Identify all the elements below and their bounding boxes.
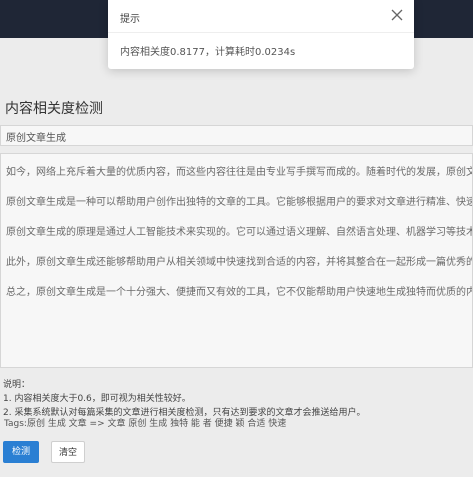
dialog-header: 提示: [108, 0, 414, 33]
result-dialog: 提示 内容相关度0.8177，计算耗时0.0234s: [108, 0, 414, 69]
content-paragraph: 总之，原创文章生成是一个十分强大、便捷而又有效的工具，它不仅能帮助用户快速地生成…: [6, 287, 472, 298]
tags-line: Tags:原创 生成 文章 => 文章 原创 生成 独特 能 者 便捷 颖 合适…: [4, 419, 287, 429]
instruction-line: 1. 内容相关度大于0.6，即可视为相关性较好。: [3, 394, 191, 404]
article-content-textarea[interactable]: 如今，网络上充斥着大量的优质内容，而这些内容往往是由专业写手撰写而成的。随着时代…: [0, 153, 473, 368]
page-title: 内容相关度检测: [5, 101, 103, 117]
instructions-title: 说明：: [3, 380, 31, 390]
content-paragraph: 此外，原创文章生成还能够帮助用户从相关领域中快速找到合适的内容，并将其整合在一起…: [6, 257, 472, 268]
content-paragraph: 原创文章生成的原理是通过人工智能技术来实现的。它可以通过语义理解、自然语言处理、…: [6, 227, 472, 238]
detect-button[interactable]: 检测: [3, 441, 39, 463]
content-paragraph: 如今，网络上充斥着大量的优质内容，而这些内容往往是由专业写手撰写而成的。随着时代…: [6, 167, 472, 178]
clear-button[interactable]: 清空: [51, 441, 85, 463]
dialog-message: 内容相关度0.8177，计算耗时0.0234s: [120, 47, 296, 58]
dialog-title: 提示: [120, 14, 140, 25]
instructions: 说明： 1. 内容相关度大于0.6，即可视为相关性较好。 2. 采集系统默认对每…: [3, 378, 365, 420]
close-icon[interactable]: [389, 7, 405, 23]
article-title-input[interactable]: 原创文章生成: [0, 125, 473, 146]
content-paragraph: 原创文章生成是一种可以帮助用户创作出独特的文章的工具。它能够根据用户的要求对文章…: [6, 197, 472, 208]
